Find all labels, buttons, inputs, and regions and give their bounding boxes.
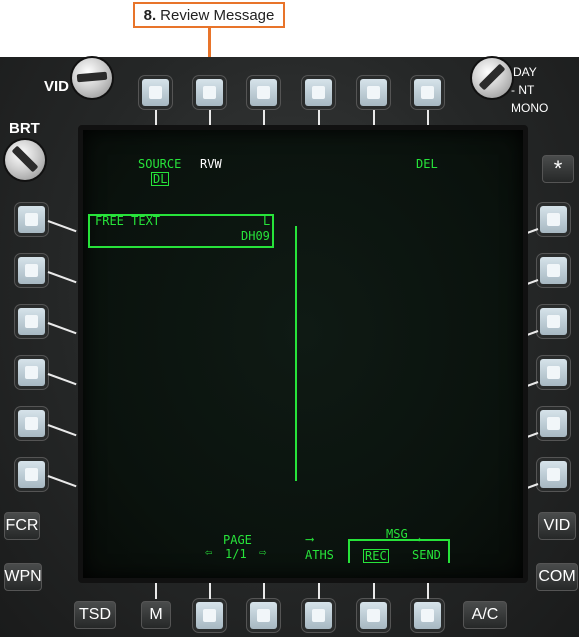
fcr-button[interactable]: FCR [4,512,40,540]
page-value: 1/1 [225,547,247,561]
tsd-button[interactable]: TSD [74,601,116,629]
left-button-1[interactable] [18,206,45,233]
source-label: SOURCE [138,157,182,171]
mpd-screen: SOURCE DL RVW DEL FREE TEXT L DH09 PAGE … [78,125,528,583]
bottom-button-4-aths[interactable] [305,602,332,629]
ac-button[interactable]: A/C [463,601,507,629]
bottom-button-5-rec[interactable] [360,602,387,629]
message-id: DH09 [241,229,270,243]
top-button-5[interactable] [360,79,387,106]
right-button-5[interactable] [540,410,567,437]
wpn-button[interactable]: WPN [4,563,42,591]
left-button-4[interactable] [18,359,45,386]
left-button-5[interactable] [18,410,45,437]
source-value[interactable]: DL [151,172,170,186]
brt-knob[interactable] [5,140,45,180]
callout-label: Review Message [160,6,275,24]
right-button-4[interactable] [540,359,567,386]
right-button-3[interactable] [540,308,567,335]
rec-label[interactable]: REC [363,549,389,563]
send-label[interactable]: SEND [412,549,441,561]
del-label[interactable]: DEL [416,158,438,170]
right-button-1[interactable] [540,206,567,233]
send-arrow-icon: ⟶ [413,532,421,546]
message-flag: L [263,214,271,228]
brt-knob-label: BRT [9,120,40,137]
m-button[interactable]: M [141,601,171,629]
rvw-label[interactable]: RVW [200,158,222,170]
message-title: FREE TEXT [95,214,161,228]
aths-arrow-icon: ⟶ [306,532,314,546]
left-button-2[interactable] [18,257,45,284]
mode-knob[interactable] [472,58,512,98]
callout-box: 8. Review Message [133,2,285,28]
top-button-6-del[interactable] [414,79,441,106]
bottom-button-3[interactable] [250,602,277,629]
left-button-6[interactable] [18,461,45,488]
aths-label[interactable]: ATHS [305,549,334,561]
right-button-2[interactable] [540,257,567,284]
mode-day-label: DAY [513,65,537,79]
page-next-arrow-icon[interactable]: ⇨ [259,546,266,558]
page-label: PAGE [223,533,252,547]
vid-button[interactable]: VID [538,512,576,540]
callout-number: 8. [143,6,157,24]
com-button[interactable]: COM [536,563,578,591]
left-button-3[interactable] [18,308,45,335]
center-divider [295,226,297,481]
star-button[interactable]: * [542,155,574,183]
vid-knob[interactable] [72,58,112,98]
vid-knob-label: VID [44,78,70,95]
right-button-6[interactable] [540,461,567,488]
top-button-2-rvw[interactable] [196,79,223,106]
mode-nt-label: - NT [511,83,535,97]
bottom-button-6-send[interactable] [414,602,441,629]
mode-mono-label: MONO [511,101,549,115]
top-button-4[interactable] [305,79,332,106]
bottom-button-2-page[interactable] [196,602,223,629]
top-button-3[interactable] [250,79,277,106]
page-prev-arrow-icon[interactable]: ⇦ [205,546,212,558]
top-button-1[interactable] [142,79,169,106]
